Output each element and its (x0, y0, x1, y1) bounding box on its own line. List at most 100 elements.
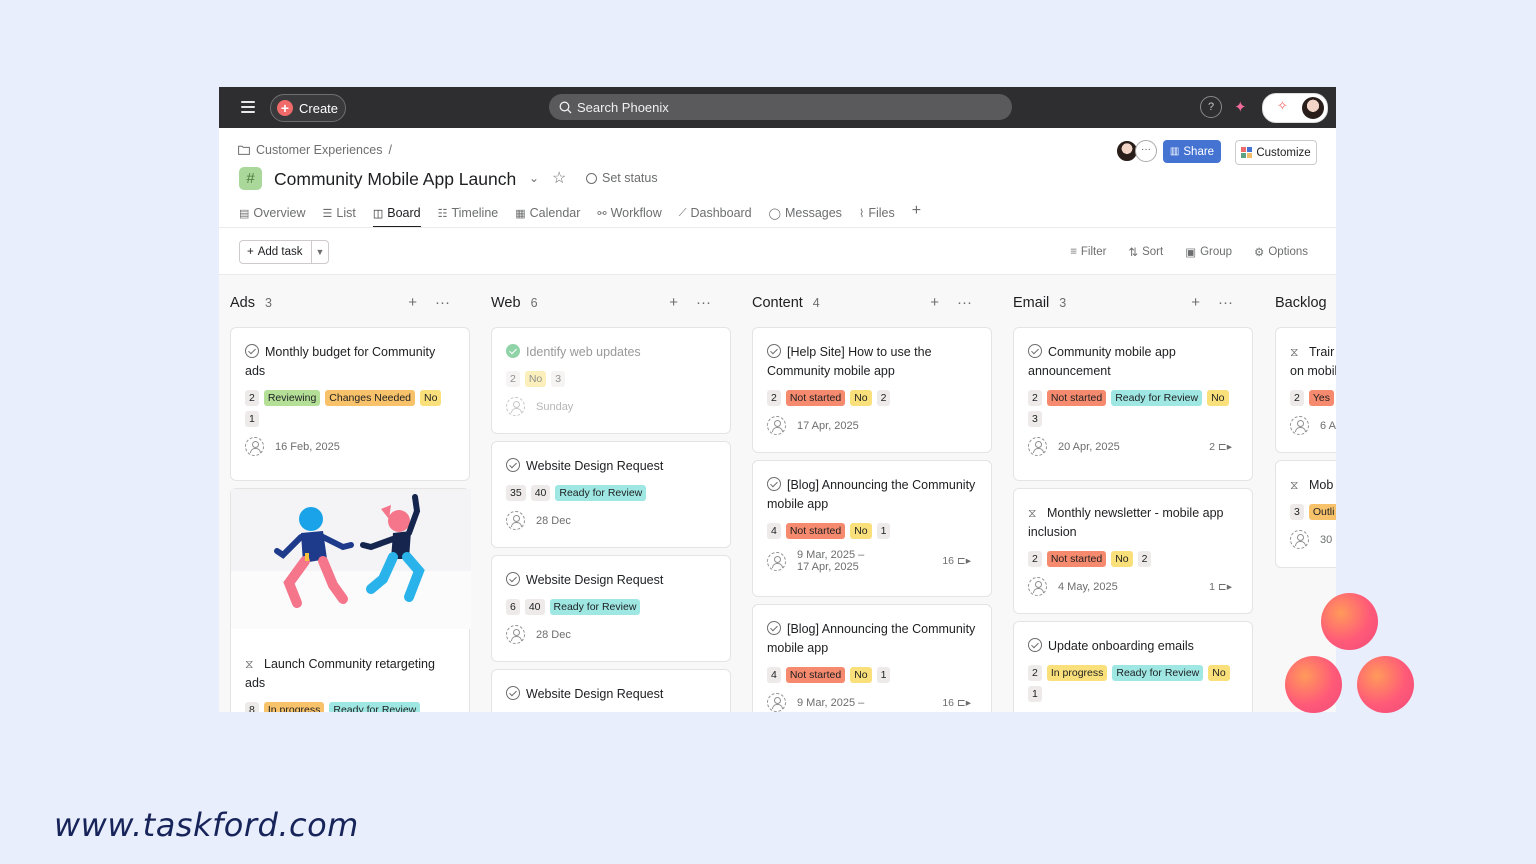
card-tags: 2 No 3 (506, 371, 716, 387)
set-status-button[interactable]: Set status (586, 171, 658, 185)
task-card[interactable]: Website Design Request 35 40 Ready for R… (491, 441, 731, 548)
card-title-row: Monthly budget for Community ads (245, 343, 455, 381)
subtask-count[interactable]: 16 ⊏▸ (942, 555, 971, 567)
filter-button[interactable]: ≡ Filter (1070, 245, 1106, 259)
share-button[interactable]: ▥ Share (1163, 140, 1221, 163)
task-card[interactable]: Community mobile app announcement 2 Not … (1013, 327, 1253, 481)
add-card-icon[interactable]: + (408, 294, 417, 311)
task-card[interactable]: ⧖ Trair on mobil 2 Yes 6 A (1275, 327, 1336, 453)
assignee-icon[interactable] (506, 397, 525, 416)
assignee-icon[interactable] (1028, 577, 1047, 596)
add-tab-button[interactable]: + (912, 199, 921, 223)
tab-messages[interactable]: ◯ Messages (769, 201, 842, 225)
customize-button[interactable]: Customize (1235, 140, 1317, 165)
tab-dashboard[interactable]: ⟋ Dashboard (679, 201, 752, 225)
due-date: 30 (1320, 533, 1333, 546)
check-circle-icon[interactable] (506, 344, 520, 358)
assignee-icon[interactable] (506, 511, 525, 530)
task-card[interactable]: ⧖ Launch Community retargeting ads 8 In p… (230, 488, 471, 712)
add-card-icon[interactable]: + (1191, 294, 1200, 311)
check-circle-icon[interactable] (767, 477, 781, 491)
chevron-down-icon[interactable]: ▼ (311, 241, 328, 263)
add-task-main[interactable]: + Add task (240, 246, 311, 258)
more-icon[interactable]: ··· (696, 294, 711, 311)
star-icon[interactable]: ☆ (552, 168, 566, 188)
task-card[interactable]: ⧖ Monthly newsletter - mobile app inclusi… (1013, 488, 1253, 614)
brand-logo-icon (1357, 656, 1414, 713)
group-label: Group (1200, 246, 1233, 258)
card-meta: 6 A (1290, 416, 1336, 435)
options-button[interactable]: ⚙ Options (1254, 245, 1308, 259)
subtask-count[interactable]: 16 ⊏▸ (942, 697, 971, 709)
add-card-icon[interactable]: + (669, 294, 678, 311)
check-circle-icon[interactable] (506, 686, 520, 700)
search-bar[interactable]: Search Phoenix (549, 94, 1012, 120)
assignee-icon[interactable] (767, 693, 786, 712)
ai-sparkle-icon[interactable]: ✦ (1234, 98, 1247, 116)
task-card[interactable]: Monthly budget for Community ads 2 Revie… (230, 327, 470, 481)
tag: No (1111, 551, 1133, 567)
assignee-icon[interactable] (506, 625, 525, 644)
task-card[interactable]: Website Design Request (491, 669, 731, 712)
assignee-icon[interactable] (1290, 530, 1309, 549)
card-meta: 17 Apr, 2025 (767, 416, 977, 435)
task-card[interactable]: [Help Site] How to use the Community mob… (752, 327, 992, 453)
assignee-icon[interactable] (1290, 416, 1309, 435)
task-card[interactable]: [Blog] Announcing the Community mobile a… (752, 460, 992, 597)
hourglass-icon: ⧖ (1290, 478, 1299, 492)
tab-label: Files (868, 206, 895, 220)
more-icon[interactable]: ··· (1218, 294, 1233, 311)
card-title: Trair (1309, 345, 1335, 359)
workflow-icon: ⚯ (597, 207, 607, 220)
check-circle-icon[interactable] (1028, 638, 1042, 652)
sort-button[interactable]: ⇅ Sort (1128, 245, 1163, 259)
footer-url: www.taskford.com (54, 806, 359, 844)
add-task-button[interactable]: + Add task ▼ (239, 240, 329, 264)
more-icon[interactable]: ··· (957, 294, 972, 311)
task-card[interactable]: Update onboarding emails 2 In progress R… (1013, 621, 1253, 712)
subtask-icon: ⊏▸ (956, 555, 971, 567)
page-title[interactable]: Community Mobile App Launch (274, 169, 516, 190)
tab-calendar[interactable]: ▦ Calendar (515, 201, 580, 225)
column-title: Backlog (1275, 295, 1327, 311)
share-label: Share (1183, 145, 1215, 158)
chevron-down-icon[interactable]: ⌄ (529, 171, 539, 185)
subtask-count[interactable]: 1 ⊏▸ (1209, 581, 1232, 593)
task-card[interactable]: ⧖ Mob 3 Outli 30 (1275, 460, 1336, 568)
profile-button[interactable]: ✧ (1262, 93, 1328, 123)
create-button[interactable]: + Create (270, 94, 346, 122)
tab-overview[interactable]: ▤ Overview (239, 201, 306, 225)
task-card[interactable]: [Blog] Announcing the Community mobile a… (752, 604, 992, 712)
assignee-icon[interactable] (1028, 437, 1047, 456)
task-card[interactable]: Website Design Request 6 40 Ready for Re… (491, 555, 731, 662)
tab-list[interactable]: ☰ List (323, 201, 356, 225)
check-circle-icon[interactable] (245, 344, 259, 358)
check-circle-icon[interactable] (506, 572, 520, 586)
assignee-icon[interactable] (245, 437, 264, 456)
group-button[interactable]: ▣ Group (1185, 245, 1232, 259)
card-meta: 9 Mar, 2025 – 16 ⊏▸ (767, 693, 977, 712)
assignee-icon[interactable] (767, 551, 786, 571)
tag: 35 (506, 485, 526, 501)
more-icon[interactable]: ··· (435, 294, 450, 311)
tab-workflow[interactable]: ⚯ Workflow (597, 201, 661, 225)
tag: 2 (1137, 551, 1152, 567)
tab-board[interactable]: ◫ Board (372, 201, 421, 228)
task-card[interactable]: Identify web updates 2 No 3 Sunday (491, 327, 731, 434)
help-button[interactable]: ? (1200, 96, 1222, 118)
project-members[interactable]: ··· (1116, 140, 1157, 162)
subtask-count[interactable]: 2 ⊏▸ (1209, 441, 1232, 453)
breadcrumb-link[interactable]: Customer Experiences (256, 143, 382, 157)
due-date: 20 Apr, 2025 (1058, 440, 1120, 453)
tab-timeline[interactable]: ☷ Timeline (438, 201, 499, 225)
card-title: Monthly budget for Community ads (245, 345, 436, 378)
check-circle-icon[interactable] (767, 621, 781, 635)
menu-icon[interactable] (241, 101, 255, 113)
add-card-icon[interactable]: + (930, 294, 939, 311)
check-circle-icon[interactable] (506, 458, 520, 472)
tab-files[interactable]: ⌇ Files (859, 201, 895, 225)
check-circle-icon[interactable] (767, 344, 781, 358)
assignee-icon[interactable] (767, 416, 786, 435)
check-circle-icon[interactable] (1028, 344, 1042, 358)
project-icon[interactable]: # (239, 167, 262, 190)
